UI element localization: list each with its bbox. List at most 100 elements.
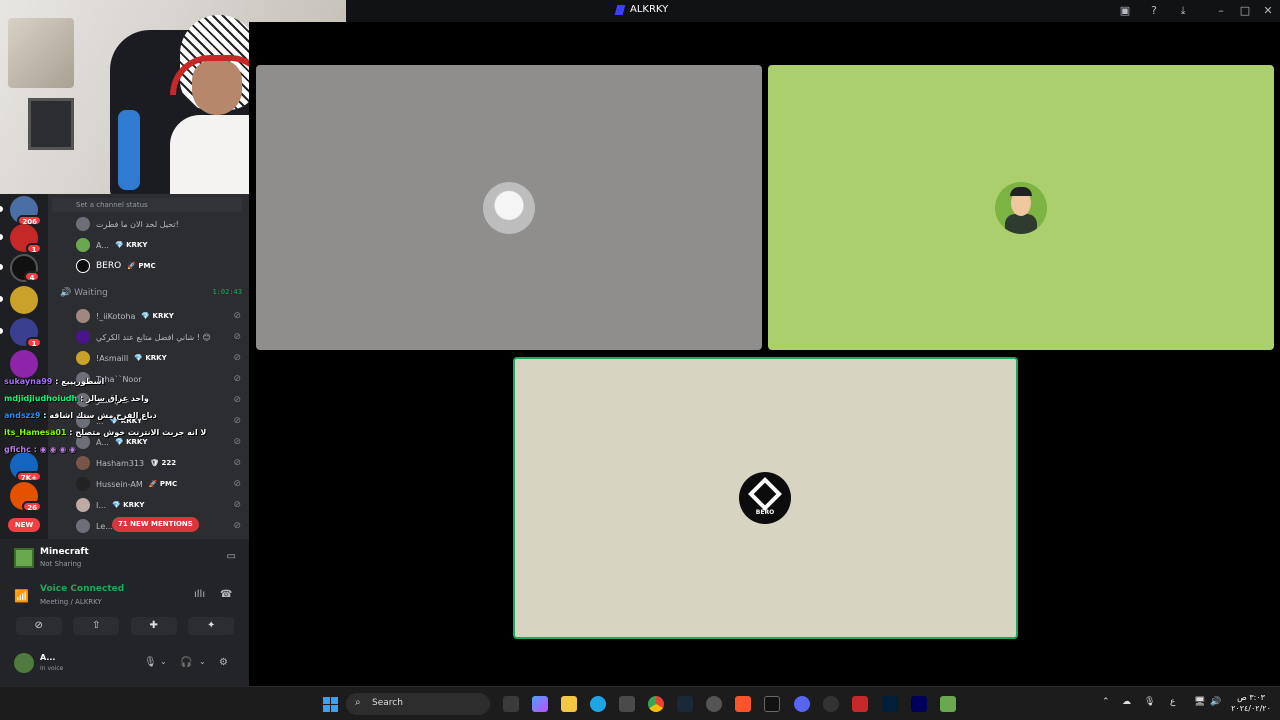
steam-icon[interactable] [677, 696, 693, 712]
microphone-icon[interactable]: 🎙 [1144, 697, 1155, 707]
participant-tile[interactable] [768, 65, 1274, 350]
download-icon[interactable]: ⤓ [1176, 4, 1190, 18]
server-icon[interactable]: 1 [10, 224, 42, 254]
disconnect-icon[interactable]: ☎ [220, 589, 232, 600]
noise-suppression-icon[interactable]: ıllı [194, 589, 205, 600]
voice-channel-path[interactable]: Meeting / ALKRKY [40, 598, 102, 606]
minecraft-icon[interactable] [940, 696, 956, 712]
avatar [76, 477, 90, 491]
voice-user[interactable]: Hussein-AM 🚀 PMC ⊘ [76, 475, 241, 493]
taskbar: ⌕ Search ⌃ ☁ 🎙 ع 🖥 🔊 ٣:٠٣ ص ٢٠٢٤/٠٢/٢٠ [0, 686, 1280, 720]
chat-user: mdjidjiudhoiudh [4, 394, 78, 403]
headphones-icon[interactable]: 🎧 [180, 657, 192, 668]
file-explorer-icon[interactable] [561, 696, 577, 712]
chat-message: sukayna99 : اسطوريييع [4, 377, 244, 394]
avatar[interactable] [14, 653, 34, 673]
voice-stage: BERO [249, 22, 1280, 686]
deafened-icon: ⊘ [233, 500, 241, 510]
window-title: ALKRKY [630, 4, 669, 15]
clock[interactable]: ٣:٠٣ ص ٢٠٢٤/٠٢/٢٠ [1226, 692, 1276, 714]
minimize-icon[interactable]: – [1214, 4, 1228, 18]
store-icon[interactable] [619, 696, 635, 712]
close-icon[interactable]: ✕ [1261, 4, 1275, 18]
soundboard-button[interactable]: ✦ [188, 617, 235, 635]
channel-list: Set a channel status تحيل لحد الان ما فط… [48, 194, 249, 539]
activity-card[interactable]: Minecraft Not Sharing ▭ [10, 545, 240, 573]
maximize-icon[interactable]: □ [1238, 4, 1252, 18]
bero-avatar: BERO [739, 472, 791, 524]
chat-user: its_Hamesa01 [4, 428, 67, 437]
mention-badge: 7K+ [15, 471, 42, 482]
chat-user: gfichc [4, 445, 31, 454]
share-screen-icon[interactable]: ▭ [227, 551, 236, 562]
photoshop-icon[interactable] [882, 696, 898, 712]
search-label: Search [372, 698, 403, 708]
windows-start-icon[interactable] [323, 697, 338, 712]
voice-user[interactable]: شاني افضل متابع عند الكركي ! 😊 ⊘ [76, 328, 241, 346]
minecraft-icon [14, 548, 34, 568]
server-icon[interactable] [10, 350, 38, 378]
new-mentions-button[interactable]: 71 NEW MENTIONS [112, 517, 199, 532]
settings-icon[interactable] [706, 696, 722, 712]
chevron-up-icon[interactable]: ⌃ [1102, 697, 1110, 707]
network-icon[interactable]: 🖥 [1194, 697, 1205, 707]
share-screen-button[interactable]: ⇧ [73, 617, 120, 635]
app-icon[interactable] [852, 696, 868, 712]
chat-message: andszz9 : دباع الفرح مش سنك اشاقه [4, 411, 244, 428]
chrome-icon[interactable] [648, 696, 664, 712]
copilot-icon[interactable] [532, 696, 548, 712]
chevron-down-icon[interactable]: ⌄ [199, 657, 206, 666]
server-icon[interactable]: 1 [10, 318, 42, 348]
mention-badge: 1 [26, 337, 42, 348]
discord-icon[interactable] [794, 696, 810, 712]
taskbar-search[interactable]: ⌕ Search [346, 693, 490, 715]
task-view-icon[interactable] [503, 696, 519, 712]
premiere-icon[interactable] [911, 696, 927, 712]
voice-user[interactable]: !_iiKotoha 💎 KRKY ⊘ [76, 307, 241, 325]
user-name: BERO [96, 261, 122, 271]
onedrive-icon[interactable]: ☁ [1122, 697, 1131, 707]
brave-icon[interactable] [735, 696, 751, 712]
user-name: !_iiKotoha [96, 311, 136, 321]
channel-status-input[interactable]: Set a channel status [52, 198, 242, 212]
user-name: I... [96, 500, 106, 510]
user-name: تحيل لحد الان ما فطرت! [96, 219, 179, 229]
voice-user[interactable]: BERO 🚀 PMC [76, 257, 241, 275]
inbox-icon[interactable]: ▣ [1118, 4, 1132, 18]
chevron-down-icon[interactable]: ⌄ [160, 657, 167, 666]
chat-text: : اسطوريييع [55, 377, 105, 386]
language-indicator[interactable]: ع [1170, 697, 1175, 707]
mention-badge: 26 [22, 501, 42, 512]
camera-off-button[interactable]: ⊘ [15, 617, 62, 635]
server-icon[interactable]: 4 [10, 254, 40, 282]
app-icon[interactable] [764, 696, 780, 712]
chat-text: : واحد عراق سالر [80, 394, 149, 403]
unread-pill [0, 296, 3, 302]
avatar [76, 519, 90, 533]
voice-user[interactable]: تحيل لحد الان ما فطرت! [76, 215, 241, 233]
app-icon[interactable] [823, 696, 839, 712]
server-icon[interactable]: 206 [10, 196, 42, 226]
voice-connected-label[interactable]: Voice Connected [40, 584, 124, 594]
avatar [76, 217, 90, 231]
server-icon[interactable] [10, 286, 38, 314]
mention-badge: 1 [26, 243, 42, 254]
activity-name: Minecraft [40, 547, 89, 557]
voice-user[interactable]: A... 💎 KRKY [76, 236, 241, 254]
voice-channel-waiting[interactable]: 🔊 Waiting 1:02:43 [60, 288, 242, 302]
microphone-icon[interactable]: 🎙 [144, 657, 157, 668]
voice-user[interactable]: !Asmaill 💎 KRKY ⊘ [76, 349, 241, 367]
activities-button[interactable]: ✚ [130, 617, 177, 635]
volume-icon[interactable]: 🔊 [1210, 697, 1221, 707]
participant-tile[interactable] [256, 65, 762, 350]
unread-pill [0, 328, 3, 334]
bero-logo-icon [748, 477, 782, 511]
participant-tile-speaking[interactable]: BERO [513, 357, 1018, 639]
help-icon[interactable]: ? [1147, 4, 1161, 18]
server-icon[interactable]: 26 [10, 482, 42, 512]
voice-user[interactable]: I... 💎 KRKY ⊘ [76, 496, 241, 514]
voice-actions: ⊘ ⇧ ✚ ✦ [10, 617, 240, 637]
edge-icon[interactable] [590, 696, 606, 712]
settings-gear-icon[interactable]: ⚙ [219, 657, 228, 668]
user-name: !Asmaill [96, 353, 129, 363]
